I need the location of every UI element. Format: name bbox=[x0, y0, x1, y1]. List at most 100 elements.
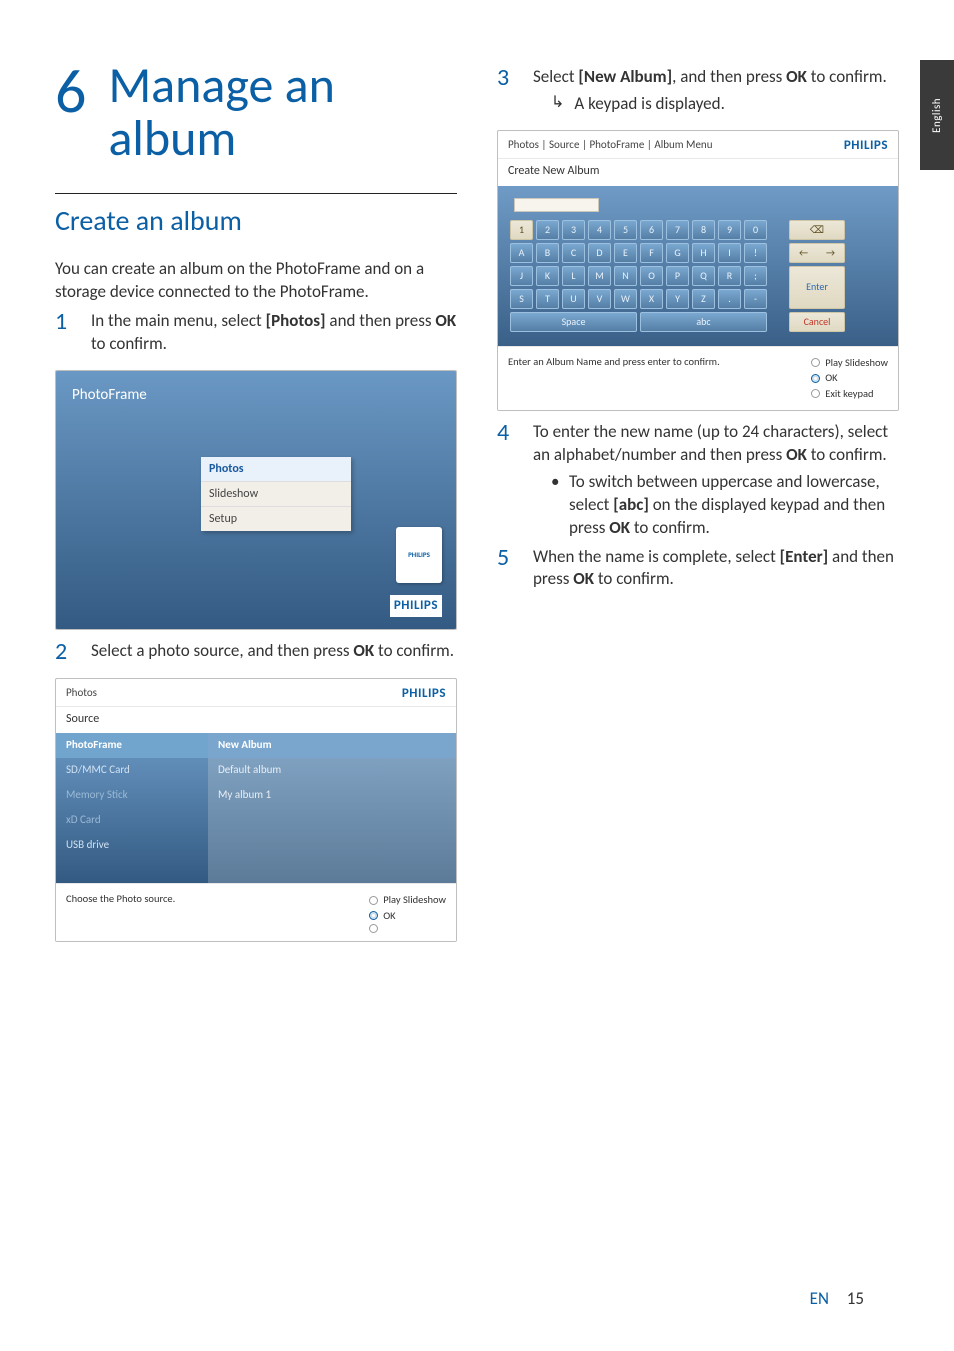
key-h: H bbox=[692, 243, 715, 263]
shot1-menu: Photos Slideshow Setup bbox=[201, 457, 351, 532]
key-4: 4 bbox=[588, 220, 611, 240]
key-p: P bbox=[666, 266, 689, 286]
shot2-left-list: PhotoFrame SD/MMC Card Memory Stick xD C… bbox=[56, 733, 208, 883]
key-a: A bbox=[510, 243, 533, 263]
circle-icon bbox=[369, 911, 378, 920]
circle-icon bbox=[369, 896, 378, 905]
step-5: 5 When the name is complete, select [Ent… bbox=[497, 546, 899, 592]
key-left-icon: ← bbox=[790, 246, 817, 260]
key-9: 9 bbox=[718, 220, 741, 240]
step-1: 1 In the main menu, select [Photos] and … bbox=[55, 310, 457, 356]
key-7: 7 bbox=[666, 220, 689, 240]
chapter-text: Manage an album bbox=[108, 60, 334, 165]
intro-paragraph: You can create an album on the PhotoFram… bbox=[55, 258, 457, 304]
screenshot-source-list: Photos PHILIPS Source PhotoFrame SD/MMC … bbox=[55, 678, 457, 942]
key-0: 0 bbox=[744, 220, 767, 240]
key-d: D bbox=[588, 243, 611, 263]
key-dash: - bbox=[744, 289, 767, 309]
circle-icon bbox=[811, 358, 820, 367]
key-g: G bbox=[666, 243, 689, 263]
shot2-default: Default album bbox=[208, 758, 456, 783]
key-space: Space bbox=[510, 312, 637, 332]
screenshot-1-body: PhotoFrame Photos Slideshow Setup PHILIP… bbox=[56, 371, 456, 629]
shot3-brand: PHILIPS bbox=[844, 137, 888, 155]
key-f: F bbox=[640, 243, 663, 263]
chapter-title: 6 Manage an album bbox=[55, 60, 457, 165]
result-arrow-icon: ↳ bbox=[551, 93, 564, 116]
circle-icon bbox=[811, 389, 820, 398]
key-j: J bbox=[510, 266, 533, 286]
shot2-footer: Choose the Photo source. Play Slideshow … bbox=[56, 883, 456, 941]
key-w: W bbox=[614, 289, 637, 309]
key-3: 3 bbox=[562, 220, 585, 240]
shot3-foot-actions: Play Slideshow OK Exit keypad bbox=[811, 355, 888, 402]
step-3-result: ↳ A keypad is displayed. bbox=[533, 93, 899, 116]
key-right-icon: → bbox=[817, 246, 844, 260]
step-2: 2 Select a photo source, and then press … bbox=[55, 640, 457, 664]
screenshot-main-menu: PhotoFrame Photos Slideshow Setup PHILIP… bbox=[55, 370, 457, 630]
shot3-key-grid: 1 2 3 4 5 6 7 8 9 0 A bbox=[510, 220, 767, 332]
shot2-subhead: Source bbox=[56, 706, 456, 733]
shot2-body: PhotoFrame SD/MMC Card Memory Stick xD C… bbox=[56, 733, 456, 883]
key-y: Y bbox=[666, 289, 689, 309]
shot1-menu-photos: Photos bbox=[201, 457, 351, 481]
step-2-number: 2 bbox=[55, 640, 75, 664]
key-semi: ; bbox=[744, 266, 767, 286]
shot1-frame-icon: PHILIPS bbox=[396, 527, 442, 583]
shot2-src-memorystick: Memory Stick bbox=[56, 783, 208, 808]
chapter-number: 6 bbox=[55, 60, 86, 122]
shot1-title: PhotoFrame bbox=[72, 385, 147, 405]
shot2-src-usb: USB drive bbox=[56, 833, 208, 858]
step-3-number: 3 bbox=[497, 66, 517, 116]
key-o: O bbox=[640, 266, 663, 286]
key-q: Q bbox=[692, 266, 715, 286]
key-u: U bbox=[562, 289, 585, 309]
step-3: 3 Select [New Album], and then press OK … bbox=[497, 66, 899, 116]
key-6: 6 bbox=[640, 220, 663, 240]
key-arrows: ← → bbox=[789, 243, 845, 263]
key-i: I bbox=[718, 243, 741, 263]
right-column: 3 Select [New Album], and then press OK … bbox=[497, 60, 899, 952]
circle-icon bbox=[811, 374, 820, 383]
shot2-breadcrumb: Photos bbox=[66, 686, 97, 701]
page-content: 6 Manage an album Create an album You ca… bbox=[0, 0, 954, 992]
shot2-src-photoframe: PhotoFrame bbox=[56, 733, 208, 758]
shot3-footer: Enter an Album Name and press enter to c… bbox=[498, 346, 898, 410]
key-k: K bbox=[536, 266, 559, 286]
key-c: C bbox=[562, 243, 585, 263]
step-2-body: Select a photo source, and then press OK… bbox=[91, 640, 457, 664]
shot1-menu-slideshow: Slideshow bbox=[201, 481, 351, 506]
step-4-bullet: • To switch between uppercase and lowerc… bbox=[533, 471, 899, 540]
key-8: 8 bbox=[692, 220, 715, 240]
language-side-tab-label: English bbox=[930, 98, 945, 133]
shot3-foot-msg: Enter an Album Name and press enter to c… bbox=[508, 355, 720, 369]
shot2-header: Photos PHILIPS bbox=[56, 679, 456, 707]
key-n: N bbox=[614, 266, 637, 286]
key-v: V bbox=[588, 289, 611, 309]
shot2-foot-actions: Play Slideshow OK bbox=[369, 892, 446, 933]
shot2-right-list: New Album Default album My album 1 bbox=[208, 733, 456, 883]
left-column: 6 Manage an album Create an album You ca… bbox=[55, 60, 457, 952]
key-enter: Enter bbox=[789, 266, 845, 309]
key-dot: . bbox=[718, 289, 741, 309]
step-4: 4 To enter the new name (up to 24 charac… bbox=[497, 421, 899, 540]
step-1-body: In the main menu, select [Photos] and th… bbox=[91, 310, 457, 356]
page-footer: EN 15 bbox=[810, 1288, 864, 1311]
footer-lang: EN bbox=[810, 1288, 829, 1309]
shot3-subhead: Create New Album bbox=[498, 158, 898, 185]
key-t: T bbox=[536, 289, 559, 309]
key-backspace: ⌫ bbox=[789, 220, 845, 240]
key-m: M bbox=[588, 266, 611, 286]
key-2: 2 bbox=[536, 220, 559, 240]
shot2-foot-msg: Choose the Photo source. bbox=[66, 892, 175, 906]
shot3-name-field bbox=[514, 198, 599, 212]
key-b: B bbox=[536, 243, 559, 263]
section-divider bbox=[55, 193, 457, 194]
shot2-brand: PHILIPS bbox=[402, 685, 446, 703]
step-3-body: Select [New Album], and then press OK to… bbox=[533, 66, 899, 116]
bullet-icon: • bbox=[551, 471, 559, 540]
key-s: S bbox=[510, 289, 533, 309]
shot3-body: 1 2 3 4 5 6 7 8 9 0 A bbox=[498, 186, 898, 346]
footer-page-number: 15 bbox=[847, 1288, 864, 1309]
language-side-tab: English bbox=[920, 60, 954, 170]
